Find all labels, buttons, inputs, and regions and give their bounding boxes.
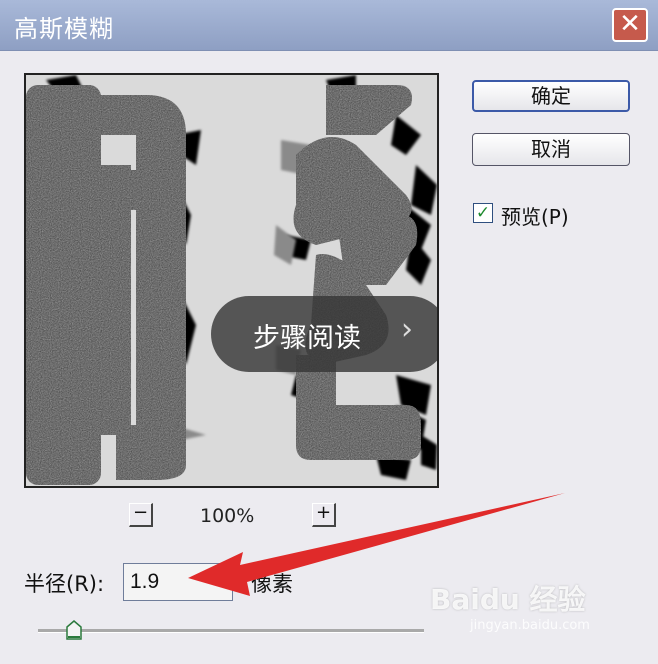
baidu-watermark-url: jingyan.baidu.com: [470, 618, 590, 633]
baidu-watermark: Baidu 经验: [430, 583, 586, 616]
annotation-arrow: [188, 493, 565, 596]
